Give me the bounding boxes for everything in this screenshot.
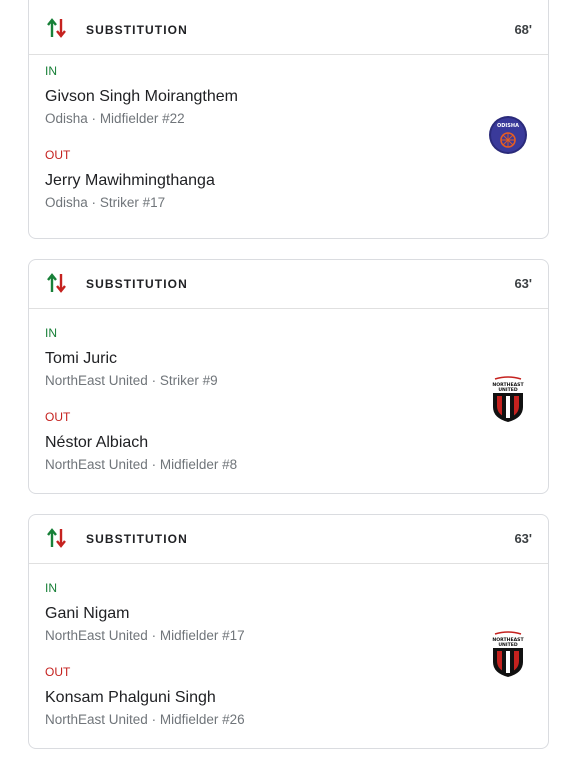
svg-text:ODISHA: ODISHA bbox=[497, 123, 519, 129]
player-in-team: NorthEast United bbox=[45, 628, 148, 643]
player-out-name[interactable]: Néstor Albiach bbox=[45, 434, 148, 452]
separator: · bbox=[151, 628, 157, 643]
separator: · bbox=[151, 457, 157, 472]
substitution-card[interactable]: SUBSTITUTION 63' IN Tomi Juric NorthEast… bbox=[28, 259, 549, 494]
player-in-meta: Odisha · Midfielder #22 bbox=[45, 111, 185, 126]
event-minute: 68' bbox=[514, 22, 532, 37]
player-out-team: Odisha bbox=[45, 195, 88, 210]
player-out-name[interactable]: Konsam Phalguni Singh bbox=[45, 689, 216, 707]
player-in-role: Midfielder #22 bbox=[99, 111, 185, 126]
player-out-meta: NorthEast United · Midfielder #8 bbox=[45, 457, 237, 472]
player-in-meta: NorthEast United · Midfielder #17 bbox=[45, 628, 245, 643]
event-minute: 63' bbox=[514, 276, 532, 291]
event-title: SUBSTITUTION bbox=[86, 532, 188, 546]
card-header: SUBSTITUTION 63' bbox=[29, 260, 548, 309]
event-title: SUBSTITUTION bbox=[86, 277, 188, 291]
player-out-team: NorthEast United bbox=[45, 457, 148, 472]
in-label: IN bbox=[45, 581, 57, 595]
player-out-role: Midfielder #26 bbox=[159, 712, 245, 727]
player-out-role: Striker #17 bbox=[99, 195, 166, 210]
player-in-team: Odisha bbox=[45, 111, 88, 126]
substitution-arrows-icon bbox=[47, 273, 66, 293]
northeast-united-crest-icon: NORTHEAST UNITED bbox=[492, 376, 524, 422]
separator: · bbox=[91, 111, 97, 126]
svg-text:UNITED: UNITED bbox=[498, 642, 518, 648]
player-out-name[interactable]: Jerry Mawihmingthanga bbox=[45, 172, 215, 190]
player-out-meta: NorthEast United · Midfielder #26 bbox=[45, 712, 245, 727]
event-title: SUBSTITUTION bbox=[86, 23, 188, 37]
card-header: SUBSTITUTION 68' bbox=[29, 0, 548, 55]
player-in-name[interactable]: Givson Singh Moirangthem bbox=[45, 88, 238, 106]
out-label: OUT bbox=[45, 410, 71, 424]
substitution-arrows-icon bbox=[47, 18, 66, 38]
card-header: SUBSTITUTION 63' bbox=[29, 515, 548, 564]
player-in-name[interactable]: Tomi Juric bbox=[45, 350, 117, 368]
event-minute: 63' bbox=[514, 531, 532, 546]
separator: · bbox=[151, 373, 157, 388]
odisha-crest-icon: ODISHA bbox=[489, 116, 527, 154]
player-out-role: Midfielder #8 bbox=[159, 457, 238, 472]
in-label: IN bbox=[45, 326, 57, 340]
player-in-name[interactable]: Gani Nigam bbox=[45, 605, 129, 623]
substitution-arrows-icon bbox=[47, 528, 66, 548]
player-in-role: Midfielder #17 bbox=[159, 628, 245, 643]
player-in-meta: NorthEast United · Striker #9 bbox=[45, 373, 218, 388]
substitution-card[interactable]: SUBSTITUTION 68' IN Givson Singh Moirang… bbox=[28, 0, 549, 239]
separator: · bbox=[151, 712, 157, 727]
out-label: OUT bbox=[45, 148, 71, 162]
in-label: IN bbox=[45, 64, 57, 78]
player-out-team: NorthEast United bbox=[45, 712, 148, 727]
separator: · bbox=[91, 195, 97, 210]
substitution-card[interactable]: SUBSTITUTION 63' IN Gani Nigam NorthEast… bbox=[28, 514, 549, 749]
svg-text:UNITED: UNITED bbox=[498, 387, 518, 393]
out-label: OUT bbox=[45, 665, 71, 679]
player-in-team: NorthEast United bbox=[45, 373, 148, 388]
player-out-meta: Odisha · Striker #17 bbox=[45, 195, 165, 210]
northeast-united-crest-icon: NORTHEAST UNITED bbox=[492, 631, 524, 677]
player-in-role: Striker #9 bbox=[159, 373, 218, 388]
